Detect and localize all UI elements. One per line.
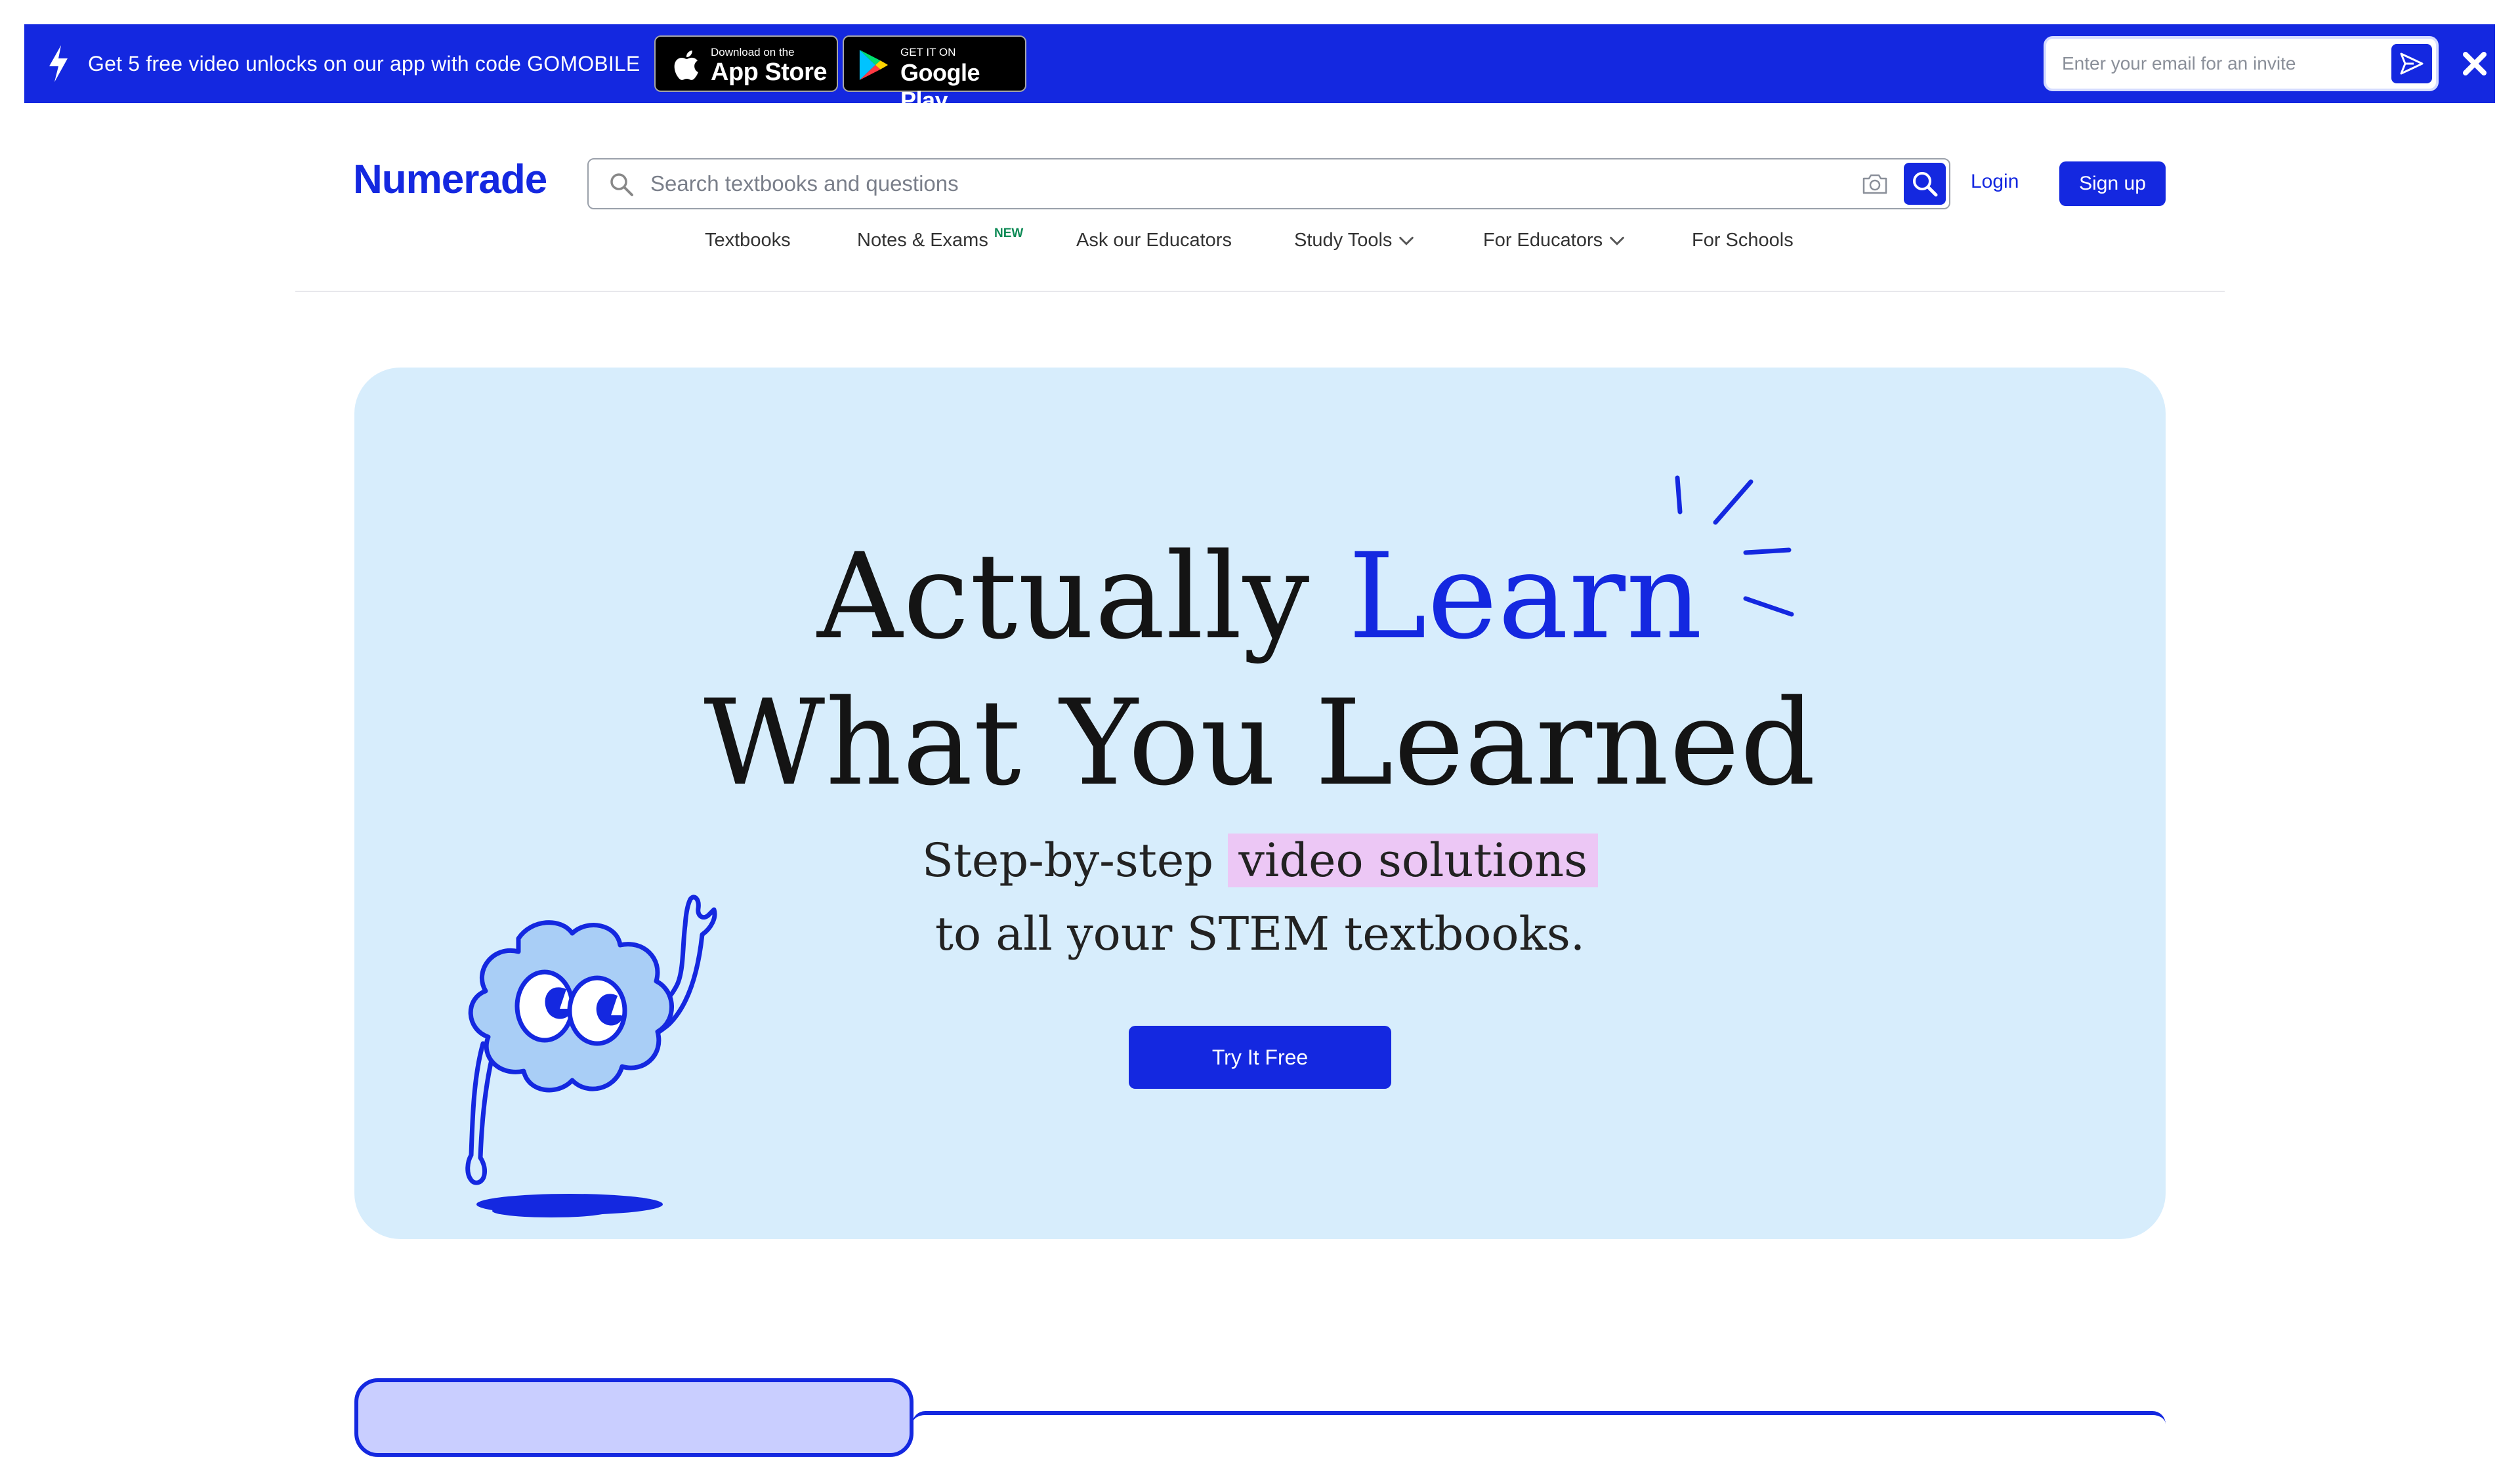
invite-email-input[interactable] xyxy=(2061,39,2376,89)
sparkle-doodle-icon xyxy=(1675,475,1794,617)
google-play-big-text: Google Play xyxy=(900,59,980,114)
next-section-outline xyxy=(912,1411,2166,1424)
search-button[interactable] xyxy=(1904,163,1946,205)
google-play-icon xyxy=(859,50,888,80)
hero-subtitle-step: Step-by-step xyxy=(921,834,1228,887)
lightning-icon xyxy=(49,45,68,82)
google-play-small-text: GET IT ON xyxy=(900,46,956,58)
search-icon xyxy=(610,173,633,196)
send-icon xyxy=(2400,53,2424,75)
nav-for-educators[interactable]: For Educators xyxy=(1483,230,1625,251)
invite-form xyxy=(2044,36,2439,91)
numerade-logo[interactable]: Numerade xyxy=(353,156,547,203)
search-icon xyxy=(1913,172,1938,197)
camera-icon[interactable] xyxy=(1862,173,1888,195)
nav-textbooks[interactable]: Textbooks xyxy=(705,230,791,251)
close-icon[interactable] xyxy=(2460,49,2489,78)
hero-headline-learn: Learn xyxy=(1348,528,1703,665)
nav-study-tools-label: Study Tools xyxy=(1294,230,1393,251)
nav-notes-exams[interactable]: Notes & Exams xyxy=(857,230,988,251)
promo-banner: Get 5 free video unlocks on our app with… xyxy=(24,24,2495,114)
cloud-mascot-illustration xyxy=(465,895,717,1217)
nav-study-tools[interactable]: Study Tools xyxy=(1294,230,1414,251)
header-divider xyxy=(295,291,2225,292)
search-bar xyxy=(587,158,1950,209)
app-store-big-text: App Store xyxy=(711,58,828,86)
app-store-small-text: Download on the xyxy=(711,46,795,58)
next-section-card xyxy=(354,1378,914,1457)
login-link[interactable]: Login xyxy=(1971,171,2019,193)
apple-icon xyxy=(674,50,698,80)
hero-subtitle-highlight: video solutions xyxy=(1228,834,1599,887)
new-badge: NEW xyxy=(994,226,1024,240)
nav-for-schools[interactable]: For Schools xyxy=(1692,230,1794,251)
hero-headline-line2: What You Learned xyxy=(704,675,1816,812)
app-store-button[interactable]: Download on the App Store xyxy=(654,35,838,92)
nav-for-educators-label: For Educators xyxy=(1483,230,1603,251)
chevron-down-icon xyxy=(1610,237,1624,246)
search-input[interactable] xyxy=(649,159,1765,208)
google-play-button[interactable]: GET IT ON Google Play xyxy=(843,35,1026,114)
promo-text: Get 5 free video unlocks on our app with… xyxy=(88,52,640,75)
chevron-down-icon xyxy=(1399,237,1414,246)
hero-headline-line1: Actually Learn xyxy=(354,528,2166,665)
try-it-free-button[interactable]: Try It Free xyxy=(1129,1026,1391,1089)
send-invite-button[interactable] xyxy=(2391,44,2432,83)
hero-headline-actually: Actually xyxy=(817,528,1349,665)
hero-section: Actually Learn What You Learned Step-by-… xyxy=(354,368,2166,1239)
nav-ask-educators[interactable]: Ask our Educators xyxy=(1076,230,1232,251)
signup-button[interactable]: Sign up xyxy=(2059,161,2166,206)
